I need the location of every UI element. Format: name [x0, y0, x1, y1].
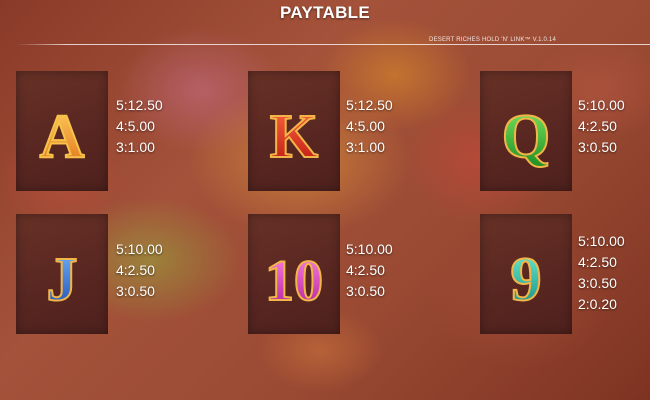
paytable-title: PAYTABLE [280, 3, 370, 22]
game-version-label: DESERT RICHES HOLD 'N' LINK™ V.1.0.14 [429, 37, 556, 43]
svg-text:9: 9 [511, 246, 542, 314]
symbol-tile-a: A [16, 71, 108, 191]
pay-line: 3:1.00 [116, 139, 155, 155]
pay-line: 3:0.50 [116, 283, 155, 299]
pay-line: 4:2.50 [578, 254, 617, 270]
pay-line: 2:0.20 [578, 296, 617, 312]
paytable-values-a: 5:12.50 4:5.00 3:1.00 [116, 95, 163, 158]
paytable-values-10: 5:10.00 4:2.50 3:0.50 [346, 239, 393, 302]
symbol-tile-q: Q [480, 71, 572, 191]
pay-line: 4:2.50 [578, 118, 617, 134]
pay-line: 4:2.50 [346, 262, 385, 278]
pay-line: 5:12.50 [116, 97, 163, 113]
pay-line: 5:10.00 [578, 233, 625, 249]
svg-text:J: J [47, 246, 78, 314]
letter-j-icon: J [46, 245, 79, 315]
svg-text:A: A [40, 103, 85, 171]
pay-line: 5:10.00 [346, 241, 393, 257]
header-divider [16, 44, 650, 45]
letter-a-icon: A [39, 102, 86, 172]
paytable-values-j: 5:10.00 4:2.50 3:0.50 [116, 239, 163, 302]
svg-text:10: 10 [265, 248, 323, 313]
number-9-icon: 9 [510, 245, 543, 315]
pay-line: 4:2.50 [116, 262, 155, 278]
pay-line: 5:10.00 [116, 241, 163, 257]
symbol-tile-10: 10 [248, 214, 340, 334]
pay-line: 4:5.00 [116, 118, 155, 134]
pay-line: 3:0.50 [346, 283, 385, 299]
pay-line: 5:10.00 [578, 97, 625, 113]
symbol-tile-k: K [248, 71, 340, 191]
pay-line: 5:12.50 [346, 97, 393, 113]
letter-k-icon: K [269, 102, 319, 172]
pay-line: 3:0.50 [578, 139, 617, 155]
svg-text:K: K [270, 103, 318, 171]
paytable-values-k: 5:12.50 4:5.00 3:1.00 [346, 95, 393, 158]
symbol-tile-j: J [16, 214, 108, 334]
paytable-values-9: 5:10.00 4:2.50 3:0.50 2:0.20 [578, 231, 625, 315]
symbol-tile-9: 9 [480, 214, 572, 334]
svg-text:Q: Q [502, 103, 550, 171]
letter-q-icon: Q [501, 102, 551, 172]
pay-line: 3:0.50 [578, 275, 617, 291]
pay-line: 4:5.00 [346, 118, 385, 134]
paytable-values-q: 5:10.00 4:2.50 3:0.50 [578, 95, 625, 158]
pay-line: 3:1.00 [346, 139, 385, 155]
number-10-icon: 10 [264, 247, 324, 314]
